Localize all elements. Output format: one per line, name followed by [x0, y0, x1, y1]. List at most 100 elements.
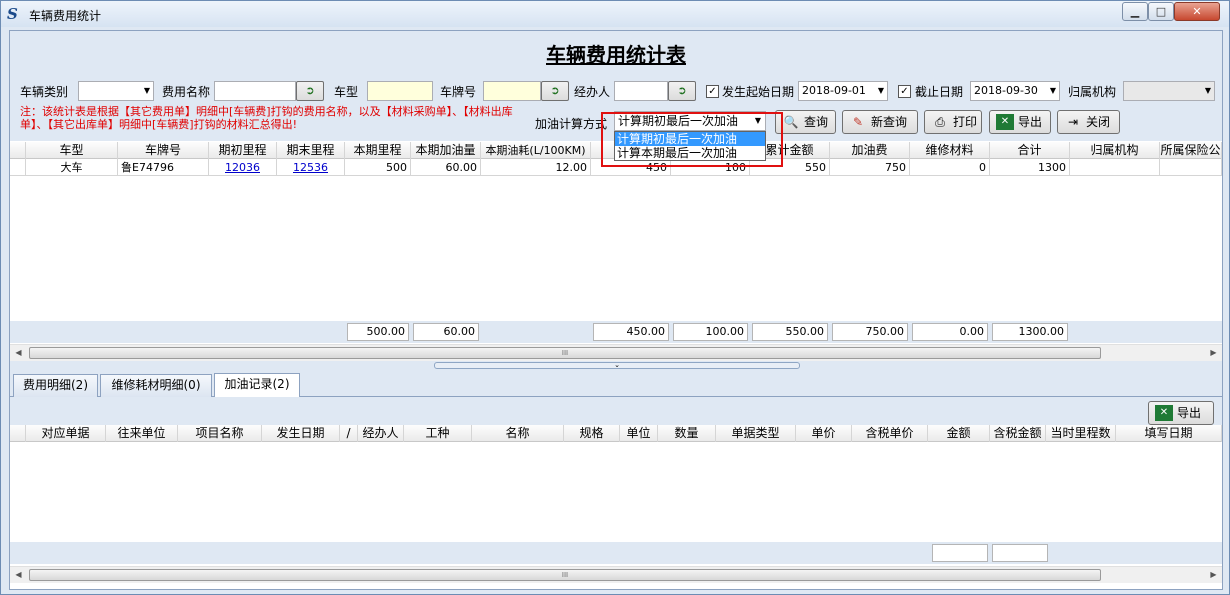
column-header[interactable]: 本期加油量	[411, 142, 481, 159]
vehicle-category-select[interactable]: ▼	[78, 81, 154, 101]
start-date-value: 2018-09-01	[802, 84, 866, 97]
export-label: 导出	[1018, 115, 1043, 129]
column-header[interactable]: 单价	[796, 425, 852, 442]
minimize-button[interactable]: ▁	[1122, 2, 1148, 21]
column-header[interactable]: 经办人	[358, 425, 404, 442]
scroll-thumb[interactable]: III	[29, 347, 1101, 359]
total-sum: 1300.00	[992, 323, 1068, 341]
chevron-down-icon: ▼	[143, 86, 150, 95]
scroll-right-icon[interactable]: ▶	[1205, 567, 1222, 583]
total-vehicle-cost: 450.00	[593, 323, 669, 341]
search-icon: 🔍	[783, 115, 799, 129]
column-header[interactable]: 车型	[26, 142, 118, 159]
row-indicator	[10, 159, 26, 176]
close-label: 关闭	[1086, 115, 1111, 129]
column-header[interactable]: 规格	[564, 425, 620, 442]
tab-fuel-records[interactable]: 加油记录(2)	[214, 373, 300, 397]
total-repair: 0.00	[912, 323, 988, 341]
splitter-grip-icon[interactable]: ⌄	[434, 362, 800, 369]
plate-input[interactable]	[483, 81, 541, 101]
upper-horizontal-scrollbar[interactable]: ◀ III ▶	[10, 344, 1222, 361]
plate-picker-button[interactable]: ➲	[541, 81, 569, 101]
report-header: 车辆费用统计表	[10, 31, 1222, 71]
column-header[interactable]: 期初里程	[209, 142, 277, 159]
lower-export-label: 导出	[1177, 406, 1202, 420]
total-amount: 550.00	[752, 323, 828, 341]
expense-name-input[interactable]	[214, 81, 296, 101]
total-other-cost: 100.00	[673, 323, 748, 341]
cell-start-km-link[interactable]: 12036	[209, 159, 277, 176]
new-query-button[interactable]: ✎ 新查询	[842, 110, 918, 134]
print-button[interactable]: ⎙ 打印	[924, 110, 982, 134]
column-header[interactable]: 归属机构	[1070, 142, 1160, 159]
export-button[interactable]: ✕ 导出	[989, 110, 1051, 134]
column-header[interactable]: 本期里程	[345, 142, 411, 159]
column-header[interactable]: 填写日期	[1116, 425, 1222, 442]
column-header[interactable]: 含税金额	[990, 425, 1046, 442]
column-header[interactable]: 当时里程数	[1046, 425, 1116, 442]
scroll-left-icon[interactable]: ◀	[10, 567, 27, 583]
cell-end-km-link[interactable]: 12536	[277, 159, 345, 176]
tab-repair-detail[interactable]: 维修耗材明细(0)	[100, 374, 212, 397]
end-date-label: 截止日期	[915, 85, 964, 99]
column-header[interactable]: 合计	[990, 142, 1070, 159]
expense-picker-button[interactable]: ➲	[296, 81, 324, 101]
chevron-down-icon: ▼	[877, 86, 884, 95]
column-header[interactable]: 项目名称	[178, 425, 262, 442]
org-label: 归属机构	[1068, 85, 1117, 99]
row-indicator-header	[10, 425, 26, 442]
close-window-button[interactable]: ✕	[1174, 2, 1220, 21]
end-date-picker[interactable]: 2018-09-30 ▼	[970, 81, 1060, 101]
vehicle-type-input[interactable]	[367, 81, 433, 101]
plate-label: 车牌号	[440, 85, 477, 99]
maximize-button[interactable]: □	[1148, 2, 1174, 21]
column-header[interactable]: 单位	[620, 425, 658, 442]
query-button[interactable]: 🔍 查询	[775, 110, 836, 134]
query-label: 查询	[804, 115, 829, 129]
column-header[interactable]: 维修材料	[910, 142, 990, 159]
detail-tabs: 费用明细(2) 维修耗材明细(0) 加油记录(2)	[10, 370, 1222, 397]
close-button[interactable]: ⇥ 关闭	[1057, 110, 1120, 134]
column-header[interactable]: 工种	[404, 425, 472, 442]
scroll-thumb[interactable]: III	[29, 569, 1101, 581]
column-header[interactable]: 往来单位	[106, 425, 178, 442]
lower-horizontal-scrollbar[interactable]: ◀ III ▶	[10, 566, 1222, 583]
cell-plate: 鲁E74796	[118, 159, 209, 176]
end-date-checkbox[interactable]: ✓	[898, 85, 911, 98]
column-header[interactable]: 加油费	[830, 142, 910, 159]
start-date-picker[interactable]: 2018-09-01 ▼	[798, 81, 888, 101]
column-header[interactable]: 对应单据	[26, 425, 106, 442]
column-header[interactable]: 金额	[928, 425, 990, 442]
title-bar: S 车辆费用统计 ▁ □ ✕	[1, 1, 1229, 27]
cell-fuel: 60.00	[411, 159, 481, 176]
column-header[interactable]: 车牌号	[118, 142, 209, 159]
start-date-checkbox[interactable]: ✓	[706, 85, 719, 98]
content-area: 车辆费用统计表 车辆类别 ▼ 费用名称 ➲ 车型 车牌号 ➲ 经办人 ➲ ✓ 发…	[9, 30, 1223, 590]
handler-input[interactable]	[614, 81, 668, 101]
column-header[interactable]: 名称	[472, 425, 564, 442]
scroll-right-icon[interactable]: ▶	[1205, 345, 1222, 361]
end-date-value: 2018-09-30	[974, 84, 1038, 97]
column-header[interactable]: 数量	[658, 425, 716, 442]
column-header[interactable]: 单据类型	[716, 425, 796, 442]
column-header[interactable]: 发生日期	[262, 425, 340, 442]
lower-export-button[interactable]: ✕ 导出	[1148, 401, 1214, 425]
scroll-left-icon[interactable]: ◀	[10, 345, 27, 361]
org-select[interactable]: ▼	[1123, 81, 1215, 101]
column-header[interactable]: 本期油耗(L/100KM)	[481, 142, 591, 159]
column-header[interactable]: 期末里程	[277, 142, 345, 159]
pick-icon: ➲	[550, 84, 560, 97]
column-header[interactable]: /	[340, 425, 358, 442]
column-header[interactable]: 含税单价	[852, 425, 928, 442]
chevron-down-icon: ▼	[1049, 86, 1056, 95]
cell-consumption: 12.00	[481, 159, 591, 176]
cell-org	[1070, 159, 1160, 176]
handler-picker-button[interactable]: ➲	[668, 81, 696, 101]
tab-expense-detail[interactable]: 费用明细(2)	[13, 374, 98, 397]
cell-period-km: 500	[345, 159, 411, 176]
printer-icon: ⎙	[935, 115, 945, 129]
lower-total-tax-amount	[992, 544, 1048, 562]
panel-splitter[interactable]: ⌄	[10, 361, 1222, 370]
expense-name-label: 费用名称	[162, 85, 211, 99]
column-header[interactable]: 所属保险公	[1160, 142, 1222, 159]
